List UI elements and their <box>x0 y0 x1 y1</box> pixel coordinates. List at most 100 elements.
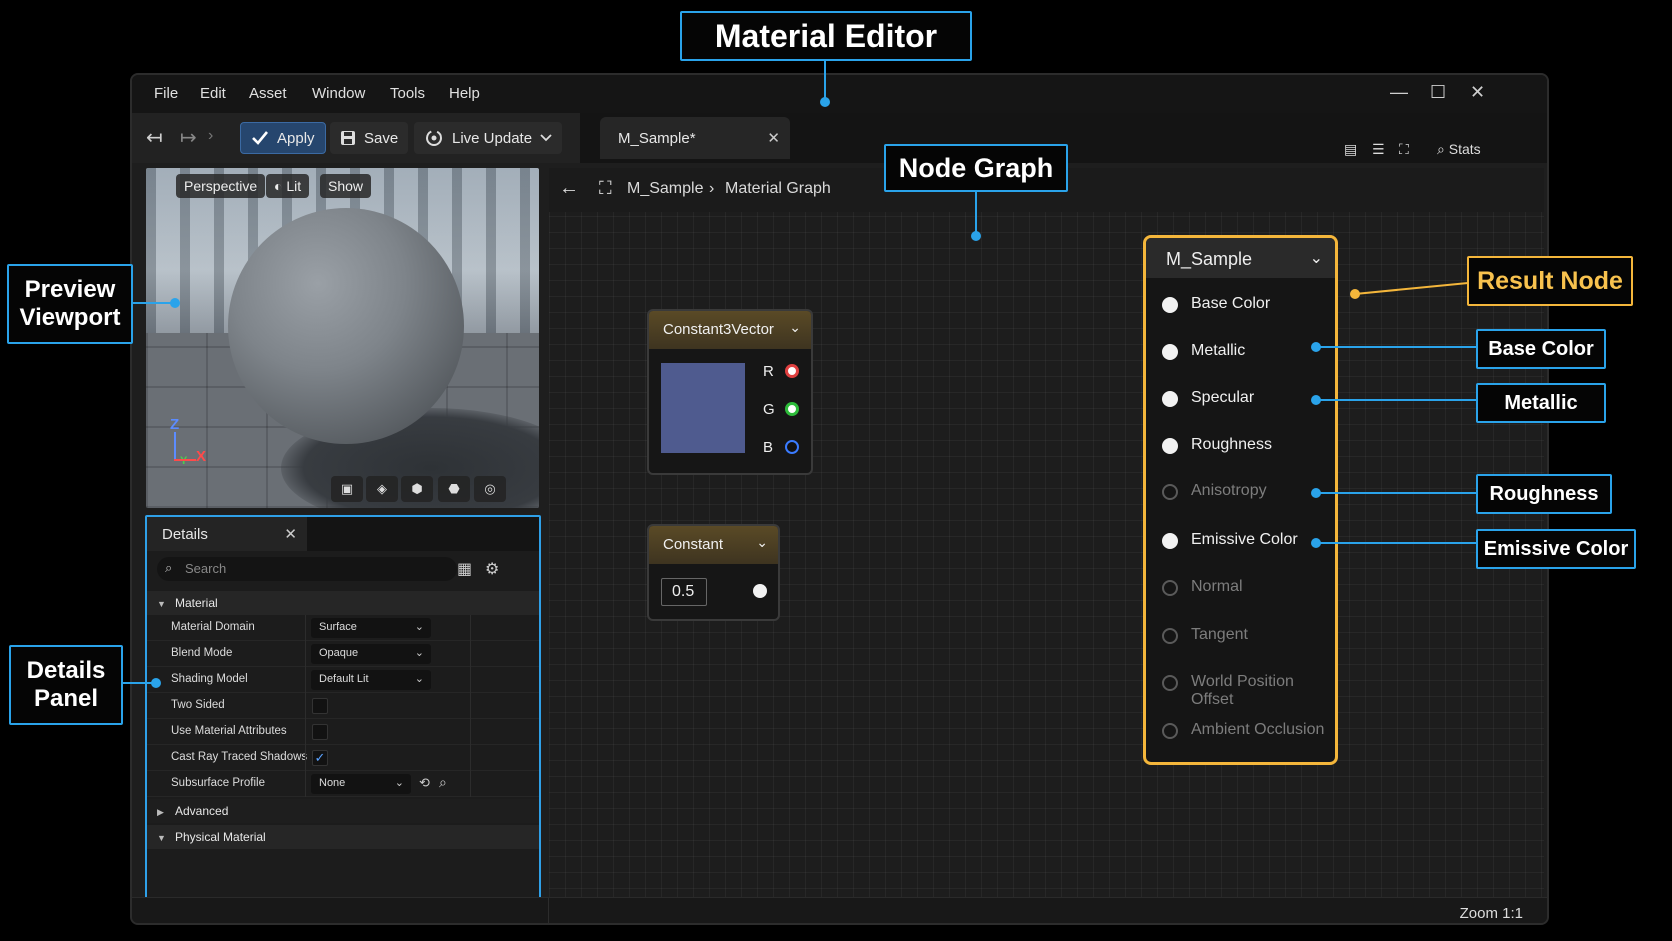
browse-search-icon[interactable]: ⌕ <box>439 774 447 791</box>
chevron-down-icon: ⌄ <box>394 777 404 789</box>
tab-details[interactable]: Details ✕ <box>147 517 307 551</box>
pin-b-output[interactable] <box>785 440 799 454</box>
compact-view-icon[interactable]: ☰ <box>1372 141 1385 158</box>
axis-z-label: Z <box>170 416 180 433</box>
save-button[interactable]: Save <box>330 122 409 154</box>
subsurface-profile-select[interactable]: None ⌄ <box>311 774 411 794</box>
grid-view-icon[interactable]: ▦ <box>457 559 472 579</box>
node-header[interactable]: Constant ⌄ <box>649 526 778 564</box>
pin-base-color[interactable] <box>1162 297 1178 313</box>
breadcrumb-root[interactable]: M_Sample <box>627 180 703 198</box>
expanded-triangle-icon: ▼ <box>157 833 166 843</box>
material-domain-select[interactable]: Surface ⌄ <box>311 618 431 638</box>
prop-label: Shading Model <box>171 673 248 685</box>
redo-icon[interactable]: ↦ <box>180 125 197 150</box>
menu-edit[interactable]: Edit <box>200 85 226 102</box>
chevron-down-icon[interactable]: ⌄ <box>756 534 768 551</box>
pin-ambient-occlusion[interactable] <box>1162 723 1178 739</box>
perspective-button[interactable]: Perspective <box>176 174 266 198</box>
pin-anisotropy[interactable] <box>1162 484 1178 500</box>
save-label: Save <box>364 129 399 147</box>
node-header[interactable]: Constant3Vector ⌄ <box>649 311 811 349</box>
section-advanced[interactable]: ▶ Advanced <box>147 799 539 823</box>
menu-window[interactable]: Window <box>312 85 365 102</box>
column-divider <box>305 641 306 667</box>
close-window-icon[interactable]: ✕ <box>1470 82 1485 103</box>
tab-m-sample[interactable]: M_Sample* ✕ <box>600 117 790 159</box>
callout-roughness: Roughness <box>1476 474 1612 514</box>
lit-button[interactable]: ◐ Lit <box>266 174 310 198</box>
menu-help[interactable]: Help <box>449 85 480 102</box>
column-divider <box>305 693 306 719</box>
pin-label-anisotropy: Anisotropy <box>1191 482 1267 499</box>
pin-normal[interactable] <box>1162 580 1178 596</box>
result-node-header[interactable]: M_Sample ⌄ <box>1146 238 1335 278</box>
pin-g-output[interactable] <box>785 402 799 416</box>
gear-icon[interactable]: ⚙ <box>485 559 499 579</box>
mesh-icon[interactable]: ⬣ <box>438 476 470 502</box>
pin-g-label: G <box>763 401 775 418</box>
pin-specular[interactable] <box>1162 391 1178 407</box>
prop-material-domain: Material Domain Surface ⌄ <box>147 615 539 641</box>
column-divider <box>470 667 471 693</box>
callout-material-editor: Material Editor <box>680 11 972 61</box>
fit-view-icon[interactable]: ⛶ <box>1399 141 1409 158</box>
stats-button[interactable]: ⌕ Stats <box>1437 141 1481 158</box>
undo-icon[interactable]: ↤ <box>146 125 163 150</box>
breadcrumb-child[interactable]: Material Graph <box>725 180 831 198</box>
pin-tangent[interactable] <box>1162 628 1178 644</box>
result-node[interactable]: M_Sample ⌄ Base Color Metallic Specular R… <box>1143 235 1338 765</box>
two-sided-checkbox[interactable] <box>312 698 328 714</box>
use-selected-icon[interactable]: ⟲ <box>419 775 430 791</box>
preview-viewport[interactable]: Perspective ◐ Lit Show Z X Y ▣ ◈ ⬢ ⬣ ◎ <box>146 168 539 508</box>
shading-model-select[interactable]: Default Lit ⌄ <box>311 670 431 690</box>
show-button[interactable]: Show <box>320 174 372 198</box>
cube-icon[interactable]: ⬢ <box>401 476 433 502</box>
history-chevron-icon[interactable]: › <box>208 127 213 145</box>
menu-file[interactable]: File <box>154 85 178 102</box>
minimize-icon[interactable]: — <box>1390 82 1408 103</box>
callout-result-node: Result Node <box>1467 256 1633 306</box>
back-arrow-icon[interactable]: ← <box>559 177 579 200</box>
use-material-attributes-checkbox[interactable] <box>312 724 328 740</box>
stats-icon: ⌕ <box>1437 141 1449 157</box>
chevron-down-icon[interactable]: ⌄ <box>1310 248 1323 268</box>
close-details-icon[interactable]: ✕ <box>284 525 297 543</box>
camera-icon[interactable]: ▣ <box>331 476 363 502</box>
pin-emissive-color[interactable] <box>1162 533 1178 549</box>
constant3vector-node[interactable]: Constant3Vector ⌄ R G B <box>647 309 813 475</box>
section-physical-material[interactable]: ▼ Physical Material <box>147 825 539 849</box>
blend-mode-select[interactable]: Opaque ⌄ <box>311 644 431 664</box>
chevron-down-icon: ⌄ <box>414 673 424 685</box>
settings-icon[interactable]: ◎ <box>474 476 506 502</box>
pin-b-label: B <box>763 439 774 456</box>
constant-value-field[interactable]: 0.5 <box>661 578 707 606</box>
callout-result-leader <box>1350 282 1469 299</box>
pin-r-label: R <box>763 363 774 380</box>
plane-icon[interactable]: ◈ <box>366 476 398 502</box>
menu-tools[interactable]: Tools <box>390 85 425 102</box>
pin-r-output[interactable] <box>785 364 799 378</box>
callout-dot <box>1311 488 1321 498</box>
constant-node[interactable]: Constant ⌄ 0.5 <box>647 524 780 621</box>
lit-mode-icon: ◐ <box>274 178 287 194</box>
pin-roughness[interactable] <box>1162 438 1178 454</box>
axis-z-line <box>174 432 176 460</box>
list-view-icon[interactable]: ▤ <box>1344 141 1357 158</box>
pin-metallic[interactable] <box>1162 344 1178 360</box>
details-search-input[interactable]: ⌕ Search <box>157 557 457 581</box>
callout-emissive-color: Emissive Color <box>1476 529 1636 569</box>
section-material[interactable]: ▼ Material <box>147 591 539 615</box>
maximize-icon[interactable]: ☐ <box>1430 82 1446 103</box>
callout-line <box>1317 542 1476 544</box>
details-tab-bar: Details ✕ <box>147 517 539 551</box>
menu-asset[interactable]: Asset <box>249 85 287 102</box>
cast-ray-traced-shadows-checkbox[interactable]: ✓ <box>312 750 328 766</box>
close-tab-icon[interactable]: ✕ <box>767 129 780 147</box>
constant-output-pin[interactable] <box>753 584 767 598</box>
chevron-down-icon[interactable]: ⌄ <box>789 319 801 336</box>
pin-world-position-offset[interactable] <box>1162 675 1178 691</box>
live-update-dropdown[interactable]: Live Update <box>414 122 563 154</box>
check-icon <box>252 131 269 145</box>
apply-button[interactable]: Apply <box>240 122 326 154</box>
